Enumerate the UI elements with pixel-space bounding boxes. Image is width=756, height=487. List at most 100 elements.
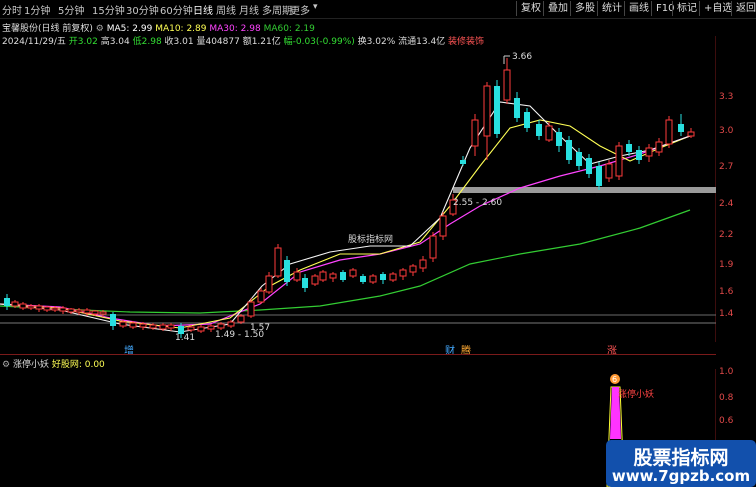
candle-body (460, 160, 466, 164)
period-tab-more[interactable]: 更多 (290, 2, 310, 17)
candle-body (329, 273, 337, 279)
stock-name: 宝馨股份(日线 前复权) (2, 24, 93, 34)
center-watermark: 股标指标网 (348, 233, 393, 245)
candle-body (75, 309, 83, 313)
candle-body (91, 310, 99, 315)
ma60-line (0, 209, 691, 314)
price-tick: 3.0 (719, 126, 734, 136)
candle-body (655, 141, 663, 153)
candle-body (536, 124, 542, 136)
price-tick: 1.4 (719, 309, 734, 319)
candle-body (35, 305, 43, 310)
period-tab-daily[interactable]: 日线 (193, 2, 213, 17)
overlay-button[interactable]: 叠加 (543, 1, 572, 16)
candle-body (247, 301, 255, 317)
title-line: 宝馨股份(日线 前复权) ⚙ MA5: 2.99 MA10: 2.89 MA30… (2, 21, 315, 34)
period-tab-1min[interactable]: 1分钟 (24, 2, 50, 17)
candle-body (369, 275, 377, 283)
candle-body (439, 215, 447, 237)
price-tick: 1.9 (719, 260, 734, 270)
candle-body (265, 275, 273, 293)
resistance-band (453, 187, 716, 193)
candle-body (503, 69, 511, 101)
period-tab-5min[interactable]: 5分钟 (58, 2, 84, 17)
candle-body (566, 140, 572, 160)
candle-body (67, 308, 75, 313)
watermark-line1: 股票指标网 (633, 447, 729, 469)
candle-body (678, 124, 684, 132)
candle-body (389, 273, 397, 281)
period-toolbar: 分时 1分钟 5分钟 15分钟 30分钟 60分钟 日线 周线 月线 多周期 更… (0, 0, 756, 19)
multi-stock-button[interactable]: 多股 (570, 1, 599, 16)
candle-body (605, 163, 613, 179)
candle-body (293, 271, 301, 281)
candle-body (626, 144, 632, 152)
candlestick-chart[interactable]: 3.66 2.55 - 2.60 1.41 1.49 - 1.50 1.57 股… (0, 36, 716, 342)
candle-body (380, 274, 386, 280)
period-tab-60min[interactable]: 60分钟 (160, 2, 193, 17)
back-button[interactable]: 返回 (731, 1, 756, 16)
ma10-line (0, 119, 691, 329)
candle-body (645, 147, 653, 157)
candle-body (51, 307, 59, 311)
candle-body (167, 324, 175, 329)
mark-button[interactable]: 标记 (672, 1, 701, 16)
more-dropdown-icon[interactable]: ▾ (313, 2, 318, 12)
candle-body (110, 314, 116, 326)
watermark-line2: www.7gpzb.com (611, 467, 751, 485)
candle-body (187, 326, 195, 331)
candle-body (636, 150, 642, 160)
candle-body (159, 324, 167, 330)
candle-body (311, 275, 319, 285)
adjust-button[interactable]: 复权 (516, 1, 545, 16)
candle-body (399, 269, 407, 277)
settings-gear-icon[interactable]: ⚙ (96, 24, 104, 34)
candle-body (149, 324, 157, 329)
candle-body (274, 247, 282, 277)
candle-body (471, 119, 479, 147)
price-tick: 2.4 (719, 199, 734, 209)
candle-body (139, 323, 147, 328)
period-tab-multi[interactable]: 多周期 (262, 2, 292, 17)
panel-divider (0, 354, 716, 355)
peak-label: 3.66 (512, 52, 532, 62)
candle-body (556, 132, 562, 146)
low-label-3: 1.57 (250, 323, 270, 333)
stats-button[interactable]: 统计 (597, 1, 626, 16)
candle-body (237, 315, 245, 323)
candle-body (257, 290, 265, 303)
price-tick: 1.6 (719, 287, 734, 297)
candle-body (217, 323, 225, 329)
range-label: 2.55 - 2.60 (453, 198, 502, 208)
candle-body (284, 260, 290, 282)
candle-body (129, 322, 137, 328)
ma10-value: MA10: 2.89 (155, 24, 207, 34)
candle-body (545, 125, 553, 141)
candle-body (524, 112, 530, 128)
candle-body (83, 309, 91, 314)
period-tab-30min[interactable]: 30分钟 (126, 2, 159, 17)
candle-body (494, 86, 500, 134)
candle-body (687, 131, 695, 137)
period-tab-15min[interactable]: 15分钟 (92, 2, 125, 17)
candles-group (4, 58, 695, 338)
price-tick: 3.3 (719, 92, 734, 102)
period-tab-timeshare[interactable]: 分时 (2, 2, 22, 17)
candle-body (227, 321, 235, 327)
candle-body (349, 269, 357, 277)
candle-body (19, 303, 27, 309)
candle-body (429, 235, 437, 259)
candle-body (197, 326, 205, 332)
period-tab-weekly[interactable]: 周线 (216, 2, 236, 17)
sub-axis-tick: 0.8 (719, 393, 734, 403)
candle-body (665, 119, 673, 145)
candle-body (302, 278, 308, 288)
candle-body (596, 166, 602, 186)
ma5-value: MA5: 2.99 (106, 24, 153, 34)
draw-line-button[interactable]: 画线 (624, 1, 653, 16)
low-label-1: 1.41 (175, 333, 195, 342)
period-tab-monthly[interactable]: 月线 (239, 2, 259, 17)
price-tick: 2.2 (719, 230, 734, 240)
signal-badge: 6 (612, 375, 617, 384)
candle-body (483, 85, 491, 137)
